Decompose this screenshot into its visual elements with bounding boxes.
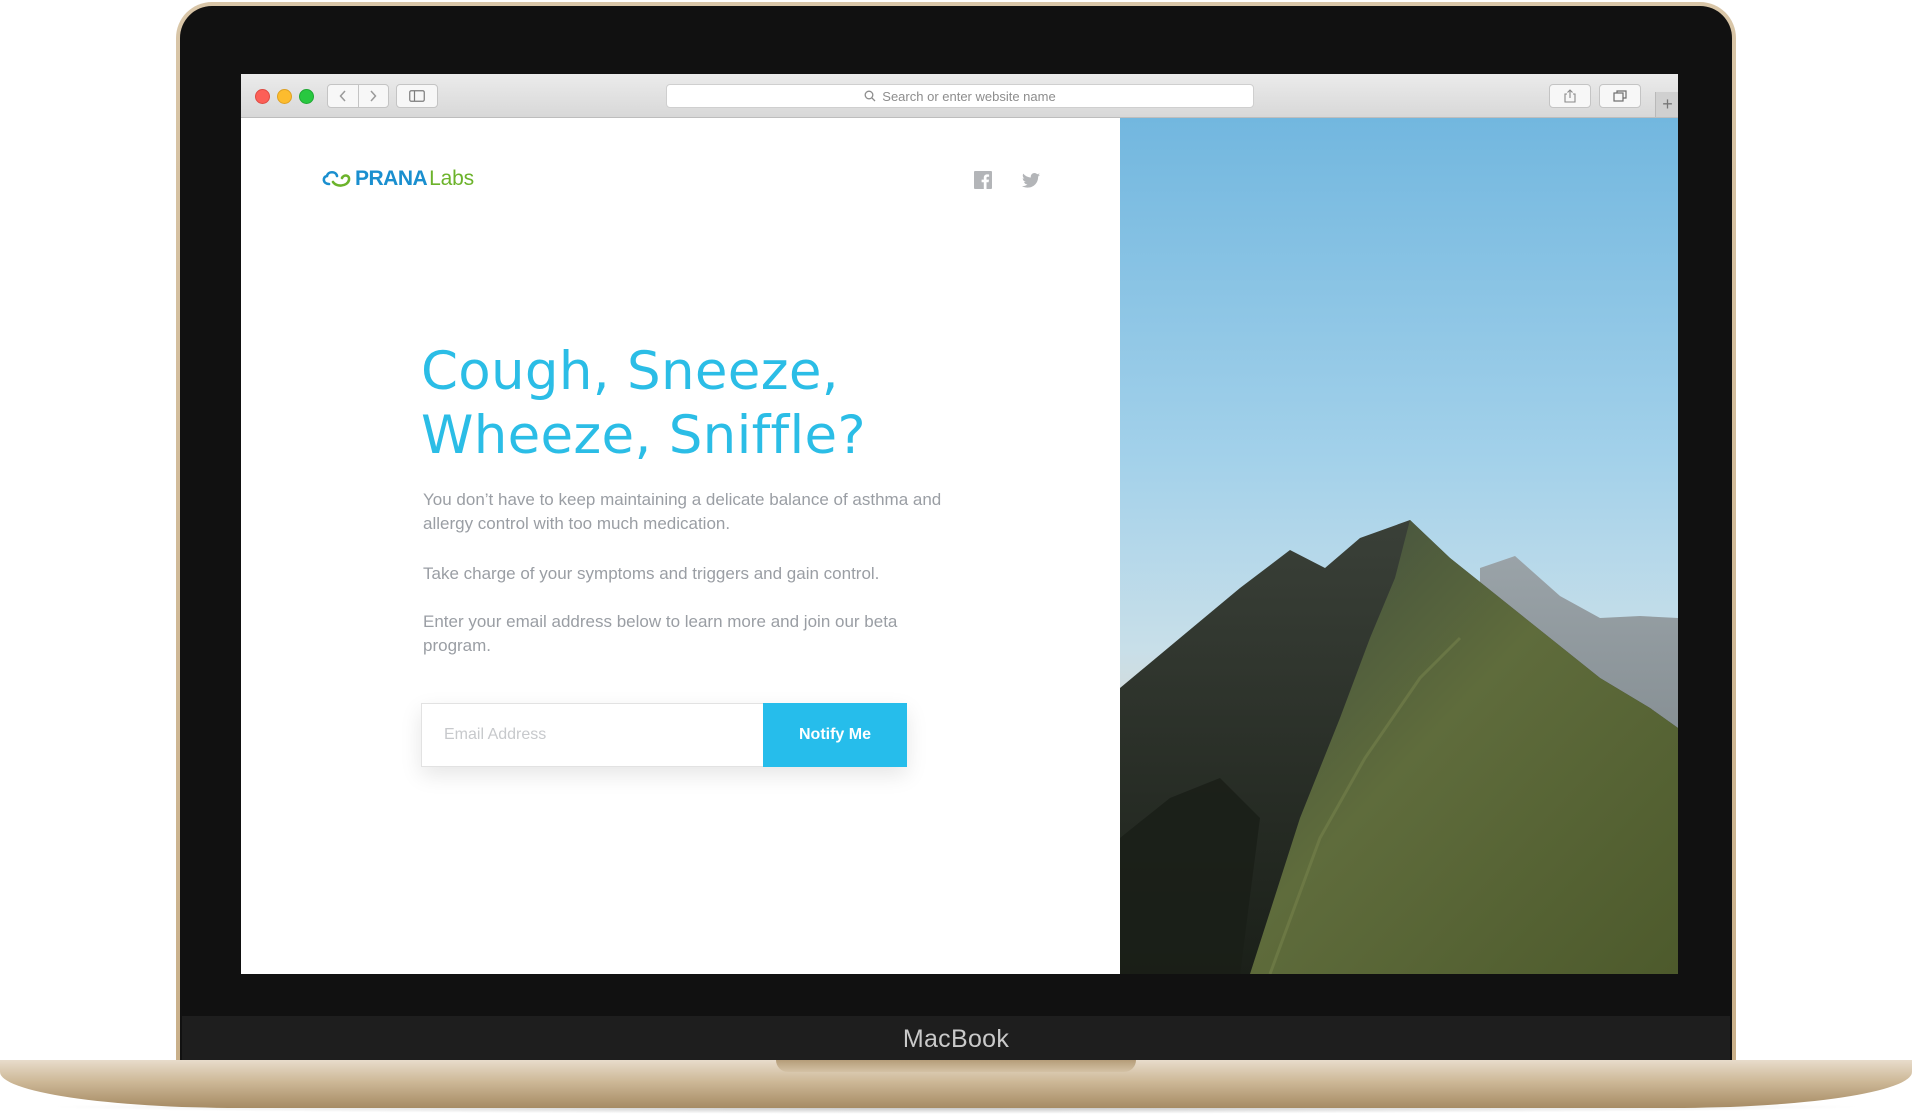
browser-window: Search or enter website name + PRANA Labs xyxy=(241,74,1678,974)
address-placeholder: Search or enter website name xyxy=(882,88,1056,104)
notify-me-button[interactable]: Notify Me xyxy=(763,703,907,767)
beta-paragraph: Enter your email address below to learn … xyxy=(423,612,898,655)
address-bar[interactable]: Search or enter website name xyxy=(666,84,1254,108)
prana-labs-logo[interactable]: PRANA Labs xyxy=(319,167,474,191)
maximize-window-button[interactable] xyxy=(299,89,314,104)
forward-button[interactable] xyxy=(357,85,389,107)
share-button[interactable] xyxy=(1549,84,1591,108)
intro-paragraph: You don’t have to keep maintaining a del… xyxy=(423,490,942,533)
laptop-notch xyxy=(776,1060,1136,1072)
control-paragraph: Take charge of your symptoms and trigger… xyxy=(423,564,880,583)
hero-headline: Cough, Sneeze, Wheeze, Sniffle? xyxy=(421,340,1061,468)
show-tabs-button[interactable] xyxy=(1599,84,1641,108)
landing-content: PRANA Labs Cough, Sneeze, Wheeze, Sniffle… xyxy=(241,118,1120,974)
share-icon xyxy=(1564,89,1576,103)
laptop-mockup: MacBook Search or enter website name + P… xyxy=(0,0,1912,1117)
headline-line-2: Wheeze, Sniffle? xyxy=(421,405,866,466)
facebook-link[interactable] xyxy=(973,170,993,190)
new-tab-button[interactable]: + xyxy=(1655,92,1678,117)
mountain-landscape-image xyxy=(1120,118,1678,974)
facebook-icon xyxy=(974,171,992,189)
email-input[interactable] xyxy=(421,703,763,767)
back-button[interactable] xyxy=(328,85,358,107)
tabs-overview-icon xyxy=(1613,90,1627,102)
twitter-link[interactable] xyxy=(1021,170,1041,190)
signup-form: Notify Me xyxy=(421,703,907,767)
device-brand-label: MacBook xyxy=(902,1025,1010,1053)
history-nav xyxy=(327,84,389,108)
chevron-left-icon xyxy=(339,90,346,102)
chevron-right-icon xyxy=(370,90,377,102)
browser-toolbar: Search or enter website name + xyxy=(241,74,1678,118)
close-window-button[interactable] xyxy=(255,89,270,104)
twitter-icon xyxy=(1022,172,1040,188)
sidebar-icon xyxy=(409,90,425,102)
search-icon xyxy=(864,90,876,102)
logo-wordmark-main: PRANA xyxy=(355,167,428,190)
minimize-window-button[interactable] xyxy=(277,89,292,104)
logo-wordmark-sub: Labs xyxy=(429,167,474,190)
sidebar-toggle-button[interactable] xyxy=(396,84,438,108)
hero-photo xyxy=(1120,118,1678,974)
cloud-logo-icon xyxy=(322,170,351,187)
headline-line-1: Cough, Sneeze, xyxy=(421,341,839,402)
